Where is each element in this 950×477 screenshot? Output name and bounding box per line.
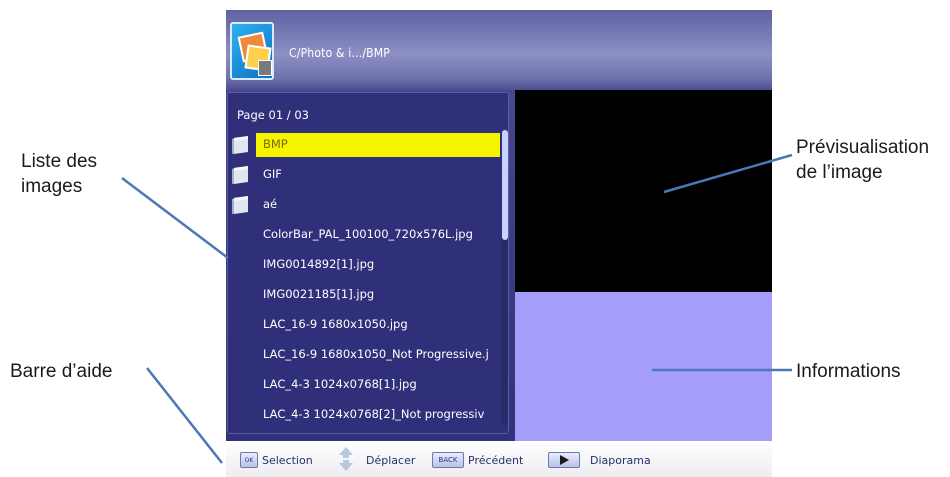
file-list-item[interactable]: IMG0014892[1].jpg xyxy=(228,250,500,280)
file-list-item[interactable]: LAC_4-3 1024x0768[1].jpg xyxy=(228,370,500,400)
help-back[interactable]: BACK Précédent xyxy=(432,451,523,469)
photo-folder-icon xyxy=(230,22,274,80)
item-name: LAC_4-3 1024x0768[2]_Not progressiv xyxy=(263,407,485,421)
file-list-item[interactable]: ColorBar_PAL_100100_720x576L.jpg xyxy=(228,220,500,250)
file-list-annotation-line1: Liste des xyxy=(21,151,98,172)
item-name: IMG0014892[1].jpg xyxy=(263,257,375,271)
item-name: LAC_4-3 1024x0768[1].jpg xyxy=(263,377,417,391)
file-list: BMP GIF aé ColorBar_PAL_100100_720x576L.jpg… xyxy=(228,130,510,430)
item-name: LAC_16-9 1680x1050_Not Progressive.j xyxy=(263,347,489,361)
back-key-icon: BACK xyxy=(432,452,464,468)
item-name: GIF xyxy=(263,167,282,181)
folder-list-item[interactable]: GIF xyxy=(228,160,500,190)
slideshow-label: Diaporama xyxy=(590,453,651,467)
help-bar-annotation: Barre d’aide xyxy=(10,359,112,384)
file-list-pointer-line xyxy=(121,177,229,259)
previous-label: Précédent xyxy=(468,453,524,467)
item-name: ColorBar_PAL_100100_720x576L.jpg xyxy=(263,227,473,241)
item-name: LAC_16-9 1680x1050.jpg xyxy=(263,317,408,331)
image-info-panel xyxy=(515,292,772,443)
image-preview-panel xyxy=(515,90,772,292)
file-list-annotation-line2: images xyxy=(21,176,83,197)
preview-annotation-line1: Prévisualisation xyxy=(796,137,930,158)
folder-icon xyxy=(232,166,248,184)
header-bar: C/Photo & i.../BMP xyxy=(226,10,772,90)
ok-key-icon: OK xyxy=(240,452,258,468)
tv-screen: C/Photo & i.../BMP Page 01 / 03 BMP GIF aé… xyxy=(226,10,772,477)
item-name: BMP xyxy=(263,137,288,151)
file-list-item[interactable]: LAC_16-9 1680x1050_Not Progressive.j xyxy=(228,340,500,370)
help-bar: OK Selection Déplacer BACK Précédent Dia… xyxy=(226,441,772,477)
file-list-item[interactable]: LAC_4-3 1024x0768[2]_Not progressiv xyxy=(228,400,500,430)
file-list-item[interactable]: IMG0021185[1].jpg xyxy=(228,280,500,310)
help-slideshow[interactable]: Diaporama xyxy=(548,451,651,469)
item-name: aé xyxy=(263,197,278,211)
info-annotation-text: Informations xyxy=(796,361,901,382)
play-key-icon xyxy=(548,452,580,468)
item-name: IMG0021185[1].jpg xyxy=(263,287,375,301)
list-scrollbar[interactable] xyxy=(502,130,508,426)
info-annotation: Informations xyxy=(796,359,901,384)
up-down-arrows-icon xyxy=(339,447,353,471)
file-list-item[interactable]: LAC_16-9 1680x1050.jpg xyxy=(228,310,500,340)
help-move[interactable]: Déplacer xyxy=(338,447,416,471)
help-bar-pointer-line xyxy=(146,367,223,464)
file-list-panel: Page 01 / 03 BMP GIF aé ColorBar_PAL_100100… xyxy=(227,92,509,434)
scrollbar-thumb[interactable] xyxy=(502,130,508,240)
folder-icon xyxy=(232,196,248,214)
breadcrumb-path: C/Photo & i.../BMP xyxy=(289,46,391,60)
folder-list-item[interactable]: aé xyxy=(228,190,500,220)
selection-label: Selection xyxy=(262,453,313,467)
folder-icon xyxy=(232,136,248,154)
preview-annotation: Prévisualisation de l’image xyxy=(796,135,929,185)
move-label: Déplacer xyxy=(366,453,416,467)
help-selection[interactable]: OK Selection xyxy=(240,451,313,469)
file-list-annotation: Liste des images xyxy=(21,149,97,199)
folder-list-item[interactable]: BMP xyxy=(228,130,500,160)
preview-annotation-line2: de l’image xyxy=(796,162,883,183)
page-indicator: Page 01 / 03 xyxy=(237,108,309,122)
help-bar-annotation-text: Barre d’aide xyxy=(10,361,113,382)
